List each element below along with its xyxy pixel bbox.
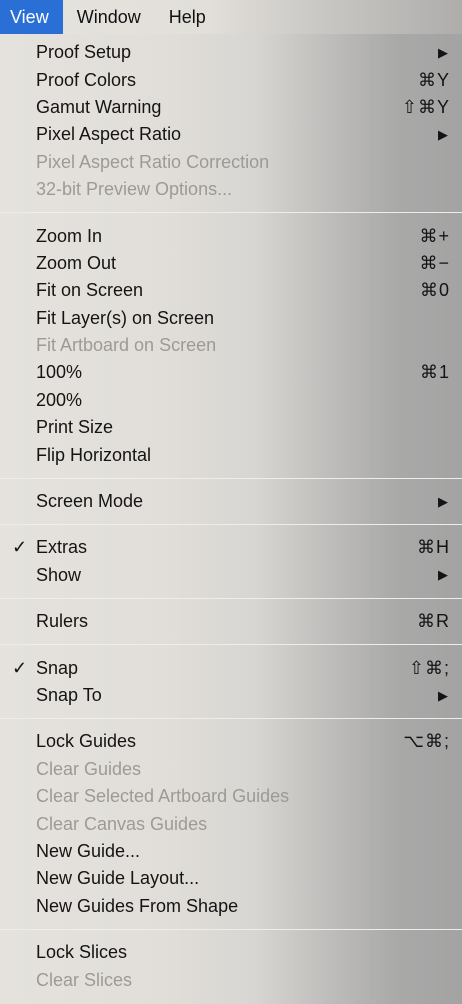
menu-item-label: Zoom Out (36, 252, 117, 273)
menu-bar: View Window Help (0, 0, 462, 34)
menu-item-pixel-aspect-ratio-correction: Pixel Aspect Ratio Correction (0, 149, 462, 176)
keyboard-shortcut: ⌘Y (417, 69, 450, 90)
menu-item-fit-artboard-on-screen: Fit Artboard on Screen (0, 332, 462, 359)
menu-item-label: Screen Mode (36, 491, 144, 512)
keyboard-shortcut: ⌘R (417, 611, 450, 632)
menu-item-32-bit-preview-options: 32-bit Preview Options... (0, 176, 462, 203)
menu-item-new-guide-layout[interactable]: New Guide Layout... (0, 865, 462, 892)
menu-item-label: Lock Slices (36, 942, 128, 963)
view-menu-dropdown: Proof Setup ▶ Proof Colors ⌘Y Gamut Warning ⇧… (0, 34, 462, 1004)
menu-item-100[interactable]: 100% ⌘1 (0, 359, 462, 386)
menu-item-label: Pixel Aspect Ratio (36, 124, 182, 145)
keyboard-shortcut: ⇧⌘; (408, 657, 450, 678)
menu-separator (0, 477, 462, 479)
menu-separator (0, 644, 462, 646)
menubar-view[interactable]: View (0, 0, 63, 34)
menu-item-lock-slices[interactable]: Lock Slices (0, 939, 462, 966)
menu-item-label: Pixel Aspect Ratio Correction (36, 151, 270, 172)
menu-item-screen-mode[interactable]: Screen Mode ▶ (0, 488, 462, 515)
menu-item-clear-guides: Clear Guides (0, 756, 462, 783)
keyboard-shortcut: ⌘− (419, 252, 450, 273)
checkmark-icon: ✓ (12, 537, 28, 558)
menu-item-new-guides-from-shape[interactable]: New Guides From Shape (0, 893, 462, 920)
submenu-arrow-icon: ▶ (438, 493, 448, 509)
menu-separator (0, 928, 462, 930)
checkmark-icon: ✓ (12, 657, 28, 678)
menu-item-label: Fit on Screen (36, 280, 144, 301)
menu-item-label: Clear Selected Artboard Guides (36, 786, 290, 807)
menu-separator (0, 212, 462, 214)
menu-item-pixel-aspect-ratio[interactable]: Pixel Aspect Ratio ▶ (0, 121, 462, 148)
keyboard-shortcut: ⌘0 (419, 280, 450, 301)
menu-separator (0, 598, 462, 600)
menu-item-label: Clear Guides (36, 758, 142, 779)
menu-separator (0, 718, 462, 720)
menu-item-rulers[interactable]: Rulers ⌘R (0, 608, 462, 635)
menu-item-label: Zoom In (36, 225, 103, 246)
keyboard-shortcut: ⇧⌘Y (401, 96, 450, 117)
menu-item-new-guide[interactable]: New Guide... (0, 838, 462, 865)
menu-item-label: Proof Colors (36, 69, 137, 90)
submenu-arrow-icon: ▶ (438, 687, 448, 703)
menu-item-label: New Guide... (36, 840, 141, 861)
menu-item-fit-layer-s-on-screen[interactable]: Fit Layer(s) on Screen (0, 305, 462, 332)
submenu-arrow-icon: ▶ (438, 126, 448, 142)
menu-item-label: Proof Setup (36, 42, 132, 63)
menu-item-snap-to[interactable]: Snap To ▶ (0, 682, 462, 709)
menu-item-label: 32-bit Preview Options... (36, 179, 233, 200)
menu-separator (0, 524, 462, 526)
menu-item-clear-slices: Clear Slices (0, 966, 462, 993)
menu-item-label: Extras (36, 537, 88, 558)
menu-item-label: New Guide Layout... (36, 868, 200, 889)
keyboard-shortcut: ⌘1 (419, 362, 450, 383)
menu-item-label: Snap To (36, 685, 102, 705)
menu-item-snap[interactable]: ✓ Snap ⇧⌘; (0, 654, 462, 681)
submenu-arrow-icon: ▶ (438, 567, 448, 583)
menu-item-label: Fit Artboard on Screen (36, 335, 217, 356)
menu-item-label: Gamut Warning (36, 96, 162, 117)
menu-item-label: Rulers (36, 611, 89, 632)
menu-item-flip-horizontal[interactable]: Flip Horizontal (0, 441, 462, 468)
menu-item-extras[interactable]: ✓ Extras ⌘H (0, 534, 462, 561)
menu-item-label: Snap (36, 657, 79, 678)
menu-item-zoom-in[interactable]: Zoom In ⌘+ (0, 222, 462, 249)
menu-item-print-size[interactable]: Print Size (0, 414, 462, 441)
menu-item-label: Lock Guides (36, 731, 137, 752)
menu-item-label: Fit Layer(s) on Screen (36, 307, 215, 328)
menu-item-lock-guides[interactable]: Lock Guides ⌥⌘; (0, 728, 462, 755)
menu-item-label: 100% (36, 362, 83, 383)
menu-item-clear-selected-artboard-guides: Clear Selected Artboard Guides (0, 783, 462, 810)
menu-item-label: 200% (36, 389, 83, 410)
menu-item-fit-on-screen[interactable]: Fit on Screen ⌘0 (0, 277, 462, 304)
menu-item-label: Print Size (36, 417, 114, 438)
menu-item-zoom-out[interactable]: Zoom Out ⌘− (0, 250, 462, 277)
menu-item-label: Clear Slices (36, 969, 133, 990)
menu-item-label: Clear Canvas Guides (36, 813, 208, 834)
keyboard-shortcut: ⌘H (417, 537, 450, 558)
menu-item-show[interactable]: Show ▶ (0, 562, 462, 589)
menu-item-label: New Guides From Shape (36, 895, 239, 916)
menubar-help[interactable]: Help (155, 0, 220, 34)
keyboard-shortcut: ⌘+ (419, 225, 450, 246)
menu-item-proof-colors[interactable]: Proof Colors ⌘Y (0, 66, 462, 93)
menu-item-label: Flip Horizontal (36, 444, 152, 465)
menubar-window[interactable]: Window (63, 0, 155, 34)
submenu-arrow-icon: ▶ (438, 44, 448, 60)
keyboard-shortcut: ⌥⌘; (403, 731, 450, 752)
menu-item-clear-canvas-guides: Clear Canvas Guides (0, 810, 462, 837)
menu-item-proof-setup[interactable]: Proof Setup ▶ (0, 39, 462, 66)
menu-item-label: Show (36, 564, 82, 585)
menu-item-gamut-warning[interactable]: Gamut Warning ⇧⌘Y (0, 94, 462, 121)
menu-item-200[interactable]: 200% (0, 387, 462, 414)
